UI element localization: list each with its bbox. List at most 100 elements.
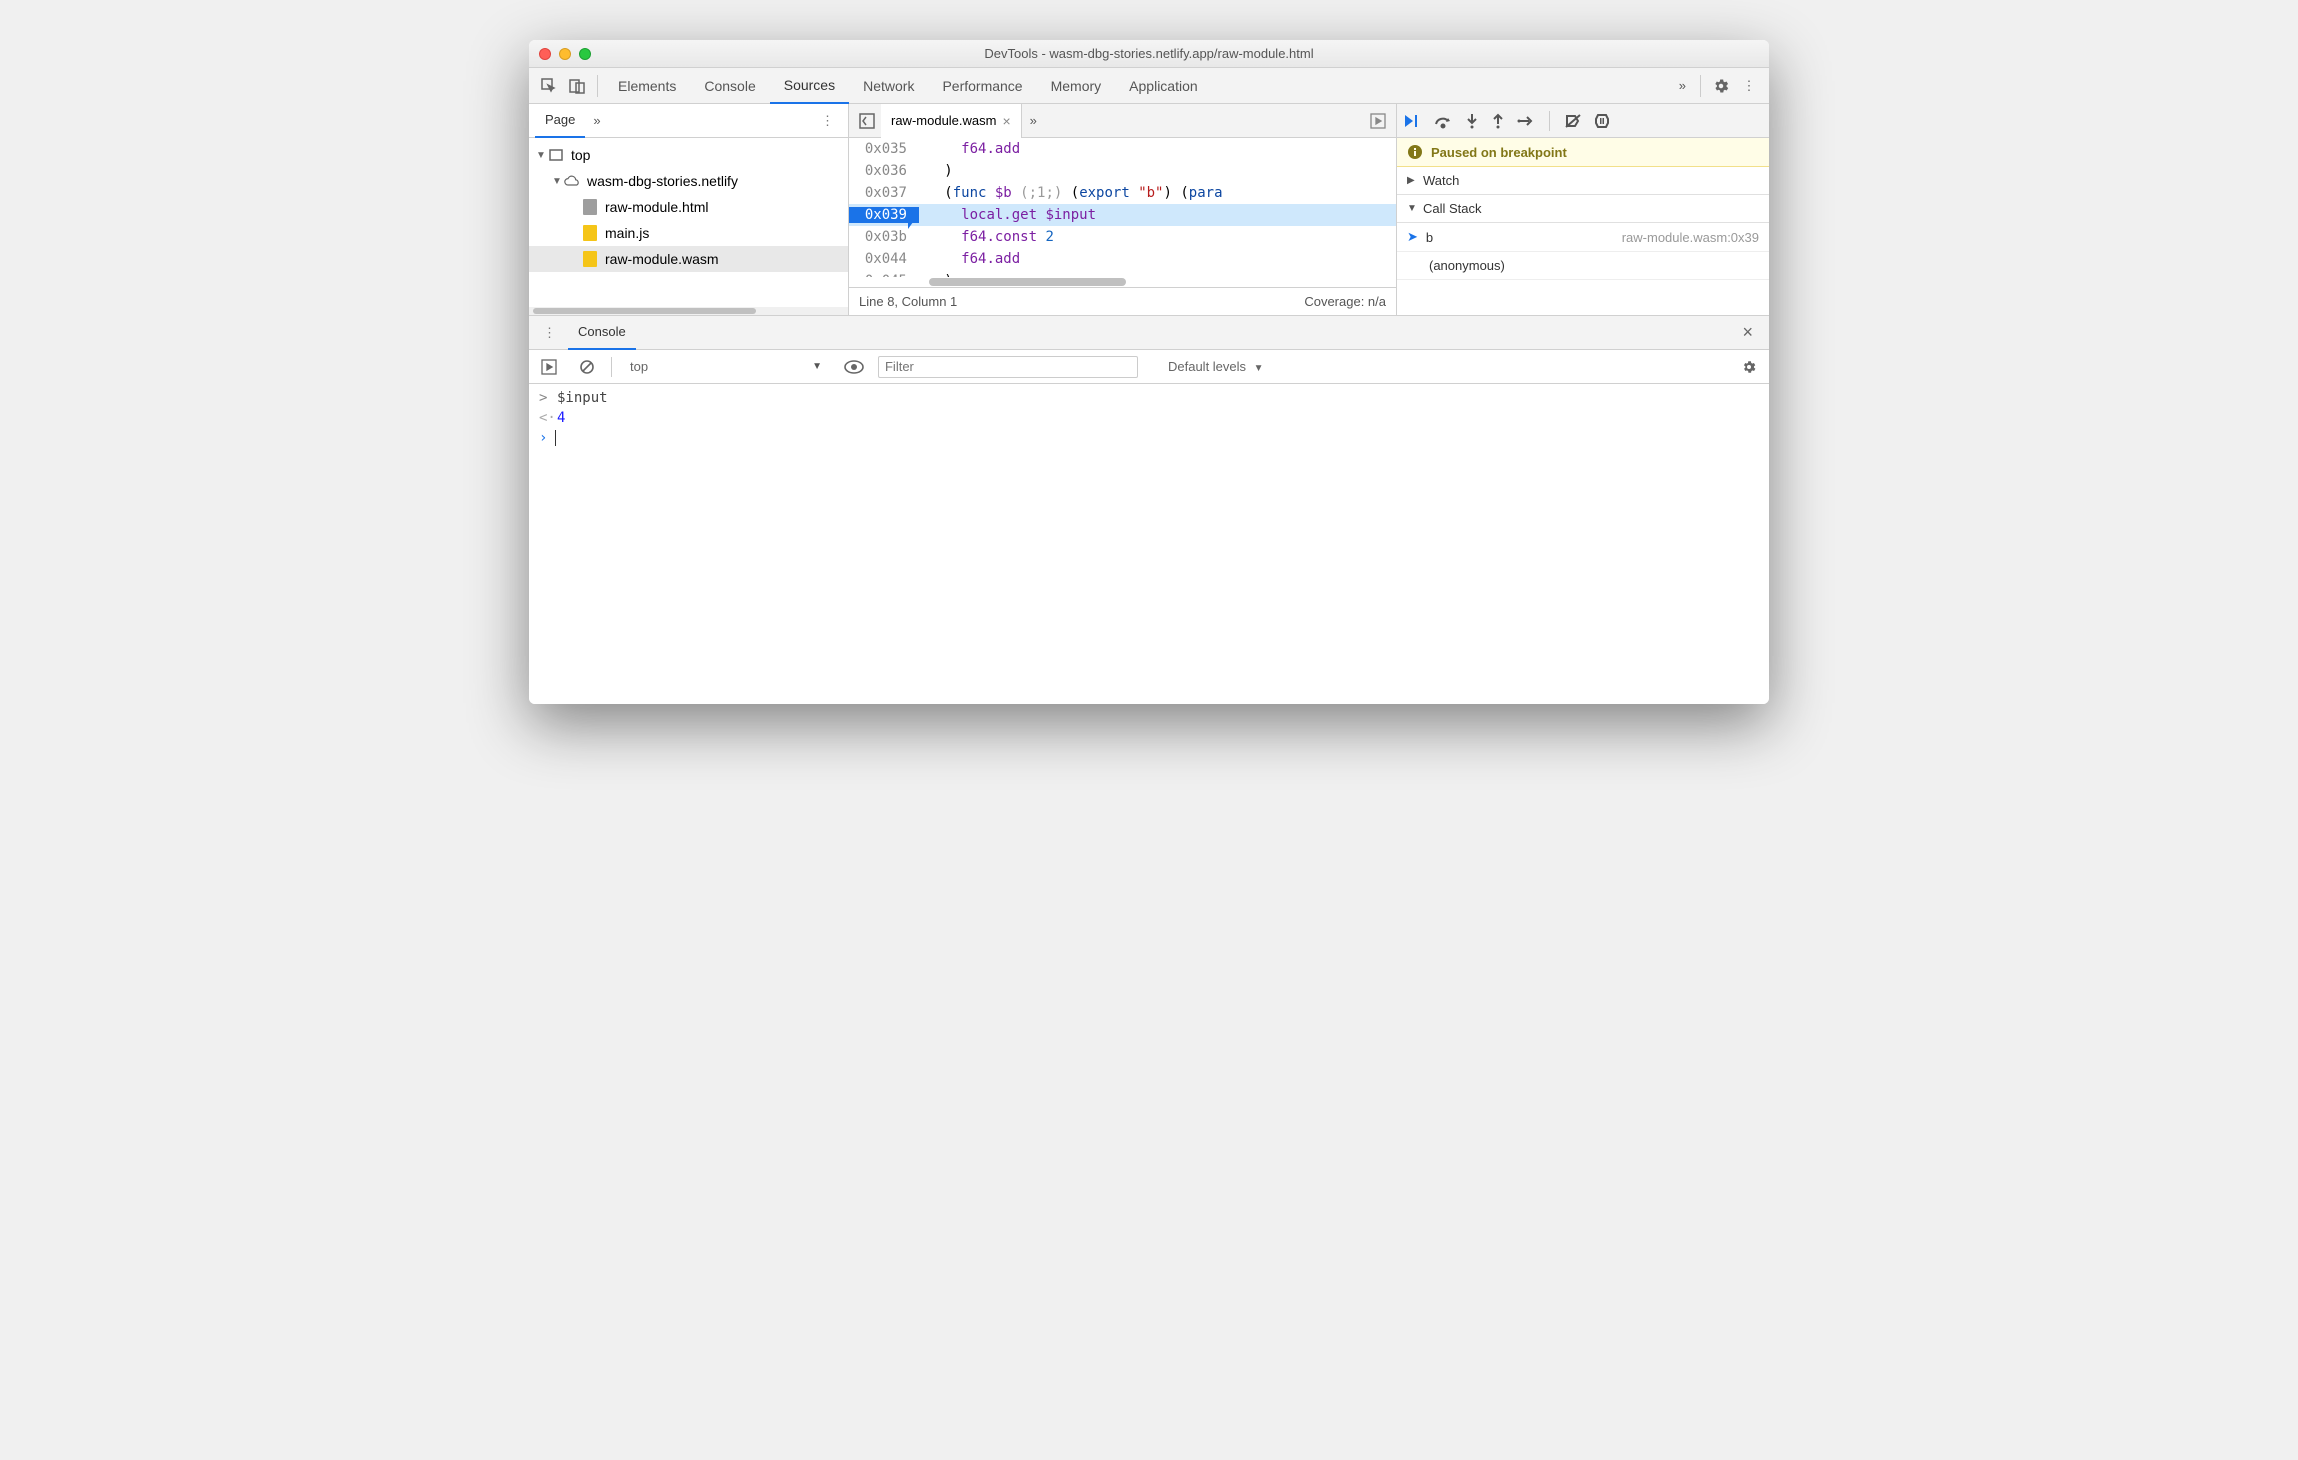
device-toggle-icon[interactable] (563, 72, 591, 100)
stack-frame[interactable]: (anonymous) (1397, 252, 1769, 280)
close-tab-icon[interactable]: × (1002, 113, 1010, 129)
tree-top[interactable]: ▼ top (529, 142, 848, 168)
main-area: Page » ⋮ ▼ top ▼ wasm-dbg-stories.netlif… (529, 104, 1769, 316)
section-label: Watch (1423, 173, 1459, 188)
scrollbar-horizontal[interactable] (849, 277, 1396, 287)
code-line[interactable]: 0x036 ) (849, 160, 1396, 182)
console-toolbar: top ▼ Default levels ▼ (529, 350, 1769, 384)
tabs-overflow-icon[interactable]: » (1671, 78, 1694, 93)
caret-right-icon: ▶ (1407, 175, 1419, 186)
line-number[interactable]: 0x036 (849, 163, 919, 179)
code-line[interactable]: 0x039 local.get $input (849, 204, 1396, 226)
console-body[interactable]: >$input<·4› (529, 384, 1769, 704)
line-number[interactable]: 0x03b (849, 229, 919, 245)
tab-console[interactable]: Console (690, 68, 769, 104)
tab-sources[interactable]: Sources (770, 68, 849, 104)
file-icon (581, 198, 599, 216)
separator (1700, 75, 1701, 97)
code-text: local.get $input (919, 207, 1096, 223)
prompt-icon: › (539, 430, 553, 446)
line-number[interactable]: 0x045 (849, 273, 919, 277)
code-line[interactable]: 0x044 f64.add (849, 248, 1396, 270)
filter-input[interactable] (878, 356, 1138, 378)
page-tab[interactable]: Page (535, 104, 585, 138)
log-levels-selector[interactable]: Default levels ▼ (1168, 359, 1264, 374)
callstack-section[interactable]: ▼ Call Stack (1397, 195, 1769, 223)
editor-tab[interactable]: raw-module.wasm × (881, 104, 1022, 138)
drawer-menu-icon[interactable]: ⋮ (535, 325, 564, 341)
code-editor[interactable]: 0x035 f64.add0x036 )0x037 (func $b (;1;)… (849, 138, 1396, 277)
caret-down-icon: ▼ (1254, 363, 1264, 374)
console-tab[interactable]: Console (568, 316, 636, 350)
nav-toggle-icon[interactable] (853, 107, 881, 135)
run-snippet-icon[interactable] (1364, 107, 1392, 135)
console-text: 4 (557, 410, 565, 426)
code-text: f64.add (919, 141, 1020, 157)
file-row[interactable]: main.js (529, 220, 848, 246)
code-line[interactable]: 0x03b f64.const 2 (849, 226, 1396, 248)
drawer-tabs: ⋮ Console × (529, 316, 1769, 350)
step-out-icon[interactable] (1491, 112, 1505, 130)
editor-tabs: raw-module.wasm × » (849, 104, 1396, 138)
code-line[interactable]: 0x045 ) (849, 270, 1396, 277)
navigator-pane: Page » ⋮ ▼ top ▼ wasm-dbg-stories.netlif… (529, 104, 849, 315)
watch-section[interactable]: ▶ Watch (1397, 167, 1769, 195)
inspect-icon[interactable] (535, 72, 563, 100)
code-line[interactable]: 0x037 (func $b (;1;) (export "b") (para (849, 182, 1396, 204)
execution-context-icon[interactable] (535, 353, 563, 381)
console-settings-icon[interactable] (1735, 353, 1763, 381)
file-icon (581, 224, 599, 242)
current-frame-icon: ➤ (1407, 229, 1418, 245)
resume-icon[interactable] (1403, 113, 1421, 129)
window-title: DevTools - wasm-dbg-stories.netlify.app/… (529, 46, 1769, 61)
console-row: >$input (529, 388, 1769, 408)
navigator-menu-icon[interactable]: ⋮ (813, 113, 842, 129)
live-expression-icon[interactable] (840, 353, 868, 381)
console-prompt[interactable]: › (529, 428, 1769, 448)
context-selector[interactable]: top ▼ (622, 359, 830, 374)
tab-elements[interactable]: Elements (604, 68, 690, 104)
code-line[interactable]: 0x035 f64.add (849, 138, 1396, 160)
main-tabs: ElementsConsoleSourcesNetworkPerformance… (604, 68, 1671, 104)
console-text: $input (557, 390, 608, 406)
editor-tabs-overflow-icon[interactable]: » (1022, 113, 1045, 128)
caret-down-icon: ▼ (551, 176, 563, 187)
more-menu-icon[interactable]: ⋮ (1735, 72, 1763, 100)
pause-banner: Paused on breakpoint (1397, 138, 1769, 167)
line-number[interactable]: 0x035 (849, 141, 919, 157)
banner-text: Paused on breakpoint (1431, 145, 1567, 160)
file-row[interactable]: raw-module.wasm (529, 246, 848, 272)
tab-performance[interactable]: Performance (928, 68, 1036, 104)
step-into-icon[interactable] (1465, 112, 1479, 130)
context-label: top (630, 359, 648, 374)
debugger-toolbar (1397, 104, 1769, 138)
line-number[interactable]: 0x037 (849, 185, 919, 201)
close-drawer-icon[interactable]: × (1732, 322, 1763, 343)
file-row[interactable]: raw-module.html (529, 194, 848, 220)
line-number[interactable]: 0x044 (849, 251, 919, 267)
frame-function: b (1426, 230, 1433, 245)
line-number[interactable]: 0x039 (849, 207, 919, 223)
tab-memory[interactable]: Memory (1037, 68, 1116, 104)
tab-application[interactable]: Application (1115, 68, 1212, 104)
settings-gear-icon[interactable] (1707, 72, 1735, 100)
navigator-overflow-icon[interactable]: » (585, 113, 608, 128)
step-icon[interactable] (1517, 114, 1535, 128)
stack-frame[interactable]: ➤ b raw-module.wasm:0x39 (1397, 223, 1769, 252)
scrollbar-horizontal[interactable] (529, 307, 848, 315)
tree-label: wasm-dbg-stories.netlify (587, 173, 738, 189)
tab-network[interactable]: Network (849, 68, 928, 104)
frame-function: (anonymous) (1429, 258, 1505, 273)
debugger-pane: Paused on breakpoint ▶ Watch ▼ Call Stac… (1397, 104, 1769, 315)
deactivate-breakpoints-icon[interactable] (1564, 113, 1582, 129)
file-tree: ▼ top ▼ wasm-dbg-stories.netlify raw-mod… (529, 138, 848, 307)
step-over-icon[interactable] (1433, 113, 1453, 129)
editor-statusbar: Line 8, Column 1 Coverage: n/a (849, 287, 1396, 315)
clear-console-icon[interactable] (573, 353, 601, 381)
pause-on-exceptions-icon[interactable] (1594, 113, 1610, 129)
caret-down-icon: ▼ (535, 150, 547, 161)
tree-domain[interactable]: ▼ wasm-dbg-stories.netlify (529, 168, 848, 194)
separator (597, 75, 598, 97)
levels-label: Default levels (1168, 359, 1246, 374)
frame-location: raw-module.wasm:0x39 (1622, 230, 1759, 245)
